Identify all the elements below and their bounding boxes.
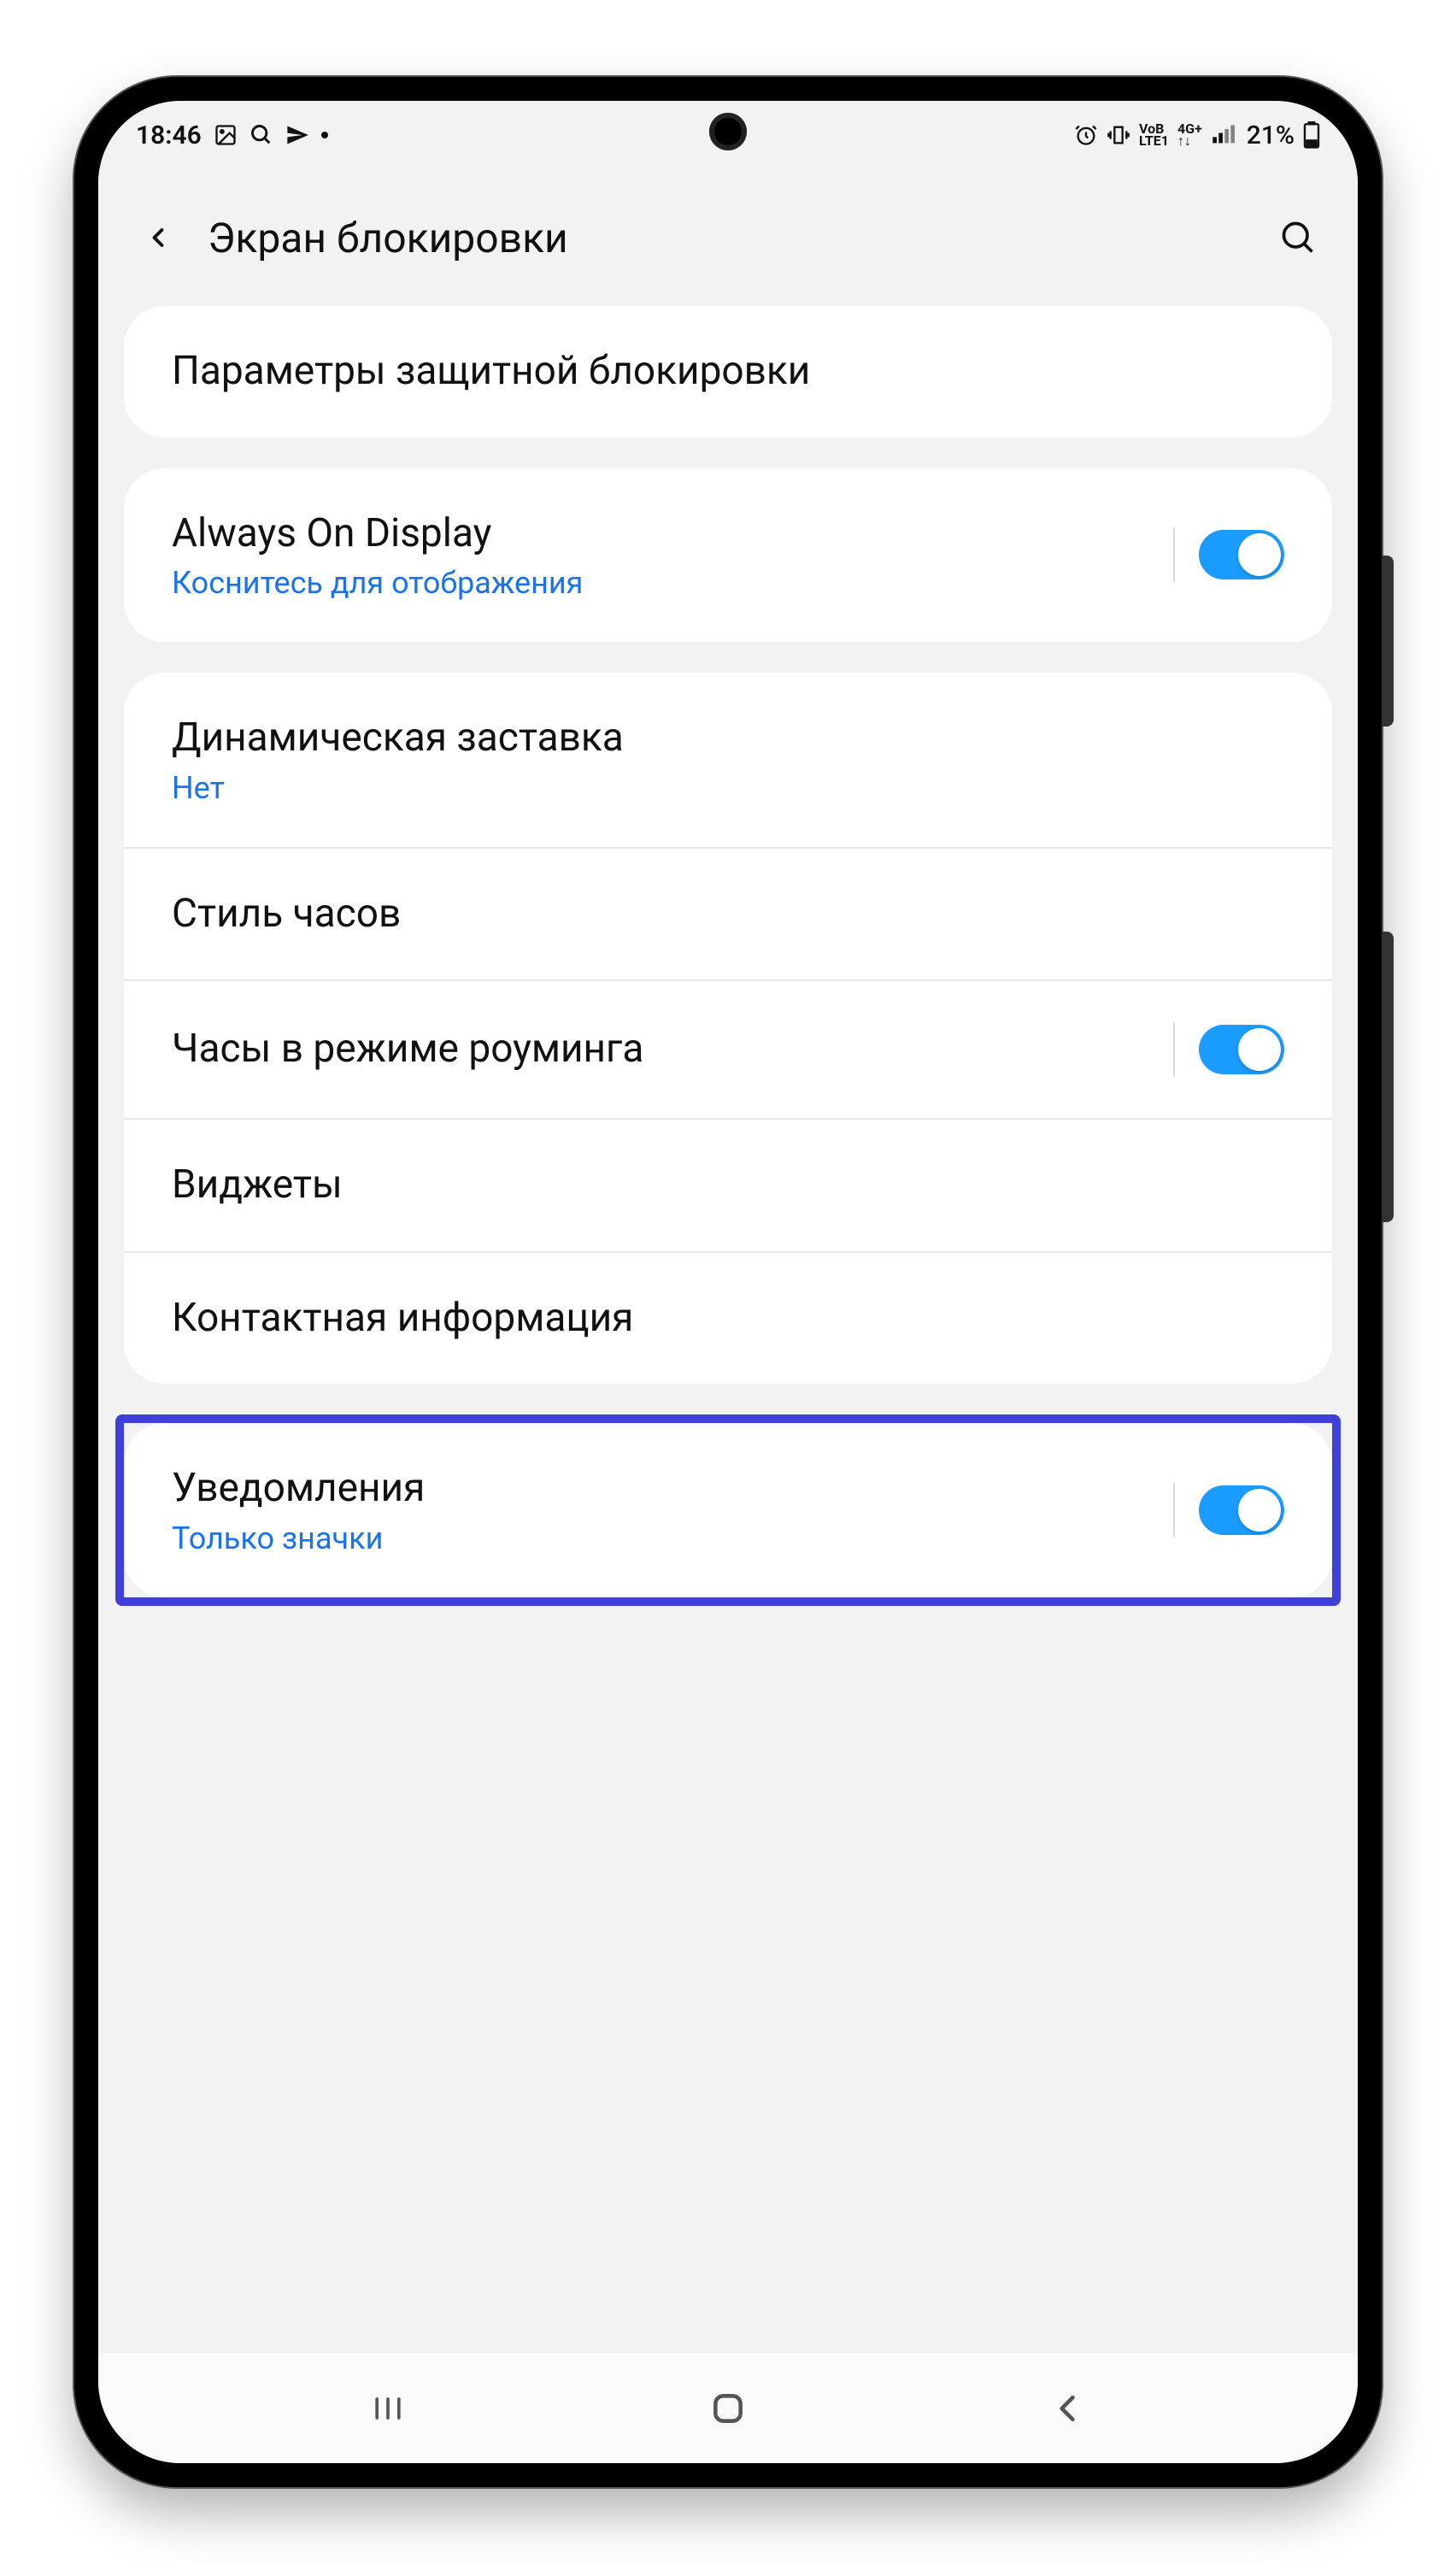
status-left: 18:46 — [136, 121, 328, 150]
side-button-volume — [1382, 932, 1394, 1222]
card-secure-lock: Параметры защитной блокировки — [124, 306, 1332, 438]
status-right: VoBLTE1 4G+↑↓ 21% — [1074, 121, 1320, 150]
row-secure-lock[interactable]: Параметры защитной блокировки — [124, 306, 1332, 438]
magnify-icon — [250, 123, 273, 147]
card-notifications: Уведомления Только значки — [124, 1423, 1332, 1597]
settings-content[interactable]: Параметры защитной блокировки Always On … — [98, 306, 1358, 2352]
home-icon — [709, 2390, 747, 2427]
recents-icon — [369, 2390, 407, 2427]
search-icon — [1279, 219, 1317, 256]
dot-icon — [321, 132, 328, 138]
widgets-title: Виджеты — [172, 1161, 1284, 1210]
dynamic-title: Динамическая заставка — [172, 714, 1284, 763]
contact-info-title: Контактная информация — [172, 1294, 1284, 1344]
phone-frame: 18:46 VoBLTE1 4G+↑↓ 21% Экран блокиров — [74, 77, 1382, 2487]
network-4g-icon: 4G+↑↓ — [1177, 123, 1202, 148]
status-time: 18:46 — [136, 121, 202, 150]
back-button[interactable] — [132, 212, 184, 263]
aod-title: Always On Display — [172, 509, 1153, 559]
highlight-notifications: Уведомления Только значки — [115, 1414, 1341, 1606]
card-aod: Always On Display Коснитесь для отображе… — [124, 468, 1332, 643]
paper-plane-icon — [285, 123, 309, 147]
toggle-notifications[interactable] — [1199, 1485, 1284, 1535]
secure-lock-title: Параметры защитной блокировки — [172, 347, 1284, 397]
row-dynamic-wallpaper[interactable]: Динамическая заставка Нет — [124, 673, 1332, 847]
toggle-roaming-clock[interactable] — [1199, 1025, 1284, 1074]
back-icon — [1049, 2390, 1087, 2427]
page-title: Экран блокировки — [208, 214, 1248, 262]
toggle-divider — [1173, 527, 1175, 582]
volte-icon: VoBLTE1 — [1139, 123, 1169, 148]
row-clock-style[interactable]: Стиль часов — [124, 847, 1332, 980]
front-camera — [709, 113, 747, 150]
dynamic-subtitle: Нет — [172, 770, 1284, 806]
battery-text: 21% — [1247, 121, 1295, 150]
screen: 18:46 VoBLTE1 4G+↑↓ 21% Экран блокиров — [98, 101, 1358, 2463]
roaming-clock-title: Часы в режиме роуминга — [172, 1025, 1153, 1074]
navigation-bar — [98, 2352, 1358, 2463]
back-nav-button[interactable] — [1042, 2383, 1094, 2434]
card-lockscreen-options: Динамическая заставка Нет Стиль часов Ча… — [124, 673, 1332, 1384]
row-notifications[interactable]: Уведомления Только значки — [124, 1423, 1332, 1597]
clock-style-title: Стиль часов — [172, 890, 1284, 939]
row-contact-info[interactable]: Контактная информация — [124, 1251, 1332, 1385]
notifications-title: Уведомления — [172, 1464, 1153, 1514]
battery-icon — [1303, 121, 1320, 149]
vibrate-icon — [1107, 123, 1130, 147]
alarm-icon — [1074, 123, 1098, 147]
toggle-divider — [1173, 1483, 1175, 1538]
row-roaming-clock[interactable]: Часы в режиме роуминга — [124, 979, 1332, 1118]
notifications-subtitle: Только значки — [172, 1520, 1153, 1556]
header: Экран блокировки — [98, 169, 1358, 306]
image-icon — [214, 123, 238, 147]
toggle-divider — [1173, 1022, 1175, 1077]
recents-button[interactable] — [362, 2383, 414, 2434]
side-button-power — [1382, 556, 1394, 726]
row-always-on-display[interactable]: Always On Display Коснитесь для отображе… — [124, 468, 1332, 643]
toggle-always-on-display[interactable] — [1199, 530, 1284, 579]
signal-icon — [1211, 123, 1235, 147]
search-button[interactable] — [1272, 212, 1324, 263]
aod-subtitle: Коснитесь для отображения — [172, 565, 1153, 601]
chevron-left-icon — [143, 222, 173, 253]
row-widgets[interactable]: Виджеты — [124, 1118, 1332, 1251]
home-button[interactable] — [702, 2383, 754, 2434]
